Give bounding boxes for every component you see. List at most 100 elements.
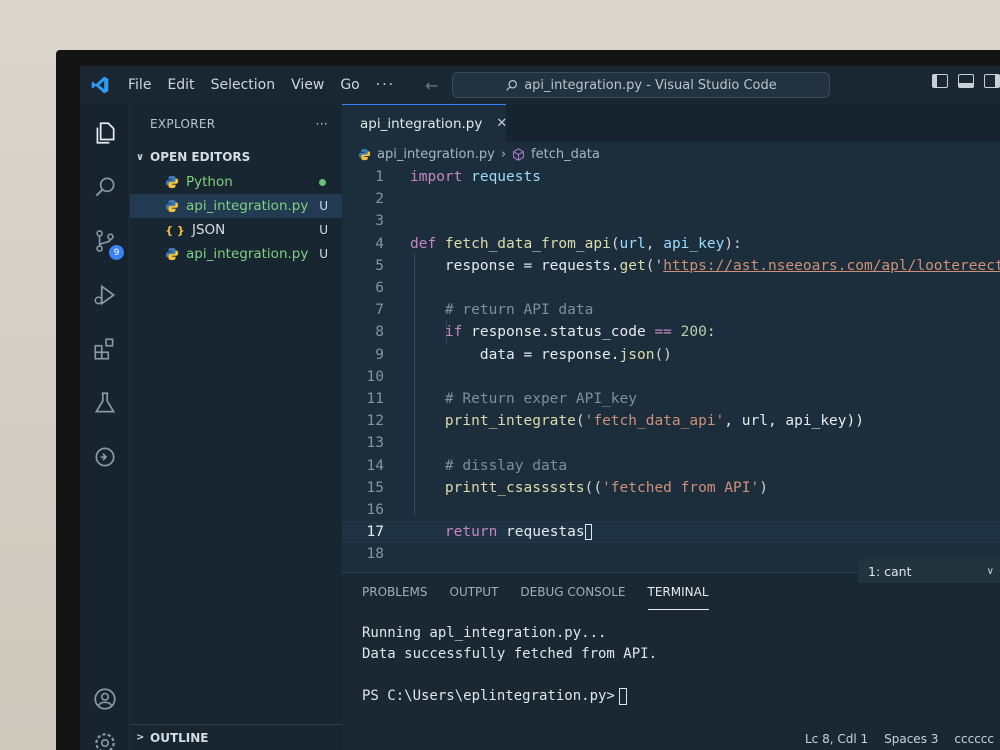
command-center-search[interactable]: api_integration.py - Visual Studio Code <box>452 72 830 98</box>
breadcrumb-file[interactable]: api_integration.py <box>377 147 495 162</box>
code-token: == <box>654 324 672 341</box>
open-editors-header[interactable]: ∨ OPEN EDITORS <box>130 144 342 170</box>
code-token: (' <box>645 257 664 274</box>
menu-go[interactable]: Go <box>332 77 367 93</box>
python-file-icon <box>358 148 371 160</box>
line-number: 15 <box>366 479 384 496</box>
code-line: 16 <box>342 499 1000 521</box>
code-line: 4 def fetch_data_from_api(url, api_key): <box>342 233 1000 255</box>
encoding-status[interactable]: ϲϲϲϲϲϲ <box>954 732 994 746</box>
open-editor-label: JSON <box>192 222 226 238</box>
line-number: 2 <box>375 191 384 208</box>
untracked-status: U <box>319 199 328 213</box>
terminal-output[interactable]: Running apl_integration.py... Data succe… <box>342 611 1000 719</box>
code-area[interactable]: 1 import requests 2 3 4 def fetch_data_fro… <box>342 166 1000 565</box>
tab-debug-console[interactable]: DEBUG CONSOLE <box>520 575 625 609</box>
line-number: 3 <box>375 213 384 230</box>
testing-flask-icon[interactable] <box>92 390 118 416</box>
menu-file[interactable]: File <box>120 77 159 93</box>
open-editor-label: api_integration.py <box>186 246 309 262</box>
code-comment: # return API data <box>410 302 594 319</box>
tab-terminal[interactable]: TERMINAL <box>647 575 709 610</box>
code-token: requestas <box>497 524 585 541</box>
open-editor-item[interactable]: { } JSON U <box>130 218 342 242</box>
extensions-icon[interactable] <box>92 336 118 362</box>
back-arrow-icon[interactable]: ← <box>425 76 438 95</box>
breadcrumb: api_integration.py › fetch_data <box>342 142 1000 166</box>
toggle-sidebar-icon[interactable] <box>932 74 948 88</box>
code-token: return <box>410 524 498 541</box>
menu-view[interactable]: View <box>283 77 332 93</box>
code-token: response.status_code <box>462 324 655 341</box>
code-token: api_key <box>663 235 725 252</box>
code-token: def <box>410 235 437 252</box>
line-number: 14 <box>366 457 384 474</box>
code-comment: # Return exper API_key <box>410 390 637 407</box>
line-number: 6 <box>375 280 384 297</box>
window-title: api_integration.py - Visual Studio Code <box>524 77 777 93</box>
text-cursor <box>584 524 592 541</box>
modified-dot-icon <box>319 178 326 186</box>
chevron-right-icon: › <box>500 146 507 162</box>
code-line: 10 <box>342 366 1000 388</box>
line-number: 12 <box>366 413 384 430</box>
remote-explorer-icon[interactable] <box>92 444 118 470</box>
settings-gear-icon[interactable] <box>92 730 118 750</box>
terminal-selector-value: 1: cant <box>868 563 912 579</box>
tab-problems[interactable]: PROBLEMS <box>362 575 428 609</box>
code-comment: # disslay data <box>410 457 568 474</box>
run-debug-icon[interactable] <box>92 282 118 308</box>
explorer-more-button[interactable]: ··· <box>316 117 328 131</box>
account-icon[interactable] <box>92 686 118 712</box>
json-file-icon: { } <box>165 223 185 237</box>
menu-edit[interactable]: Edit <box>159 77 202 93</box>
explorer-icon[interactable] <box>92 120 118 146</box>
menu-selection[interactable]: Selection <box>203 77 284 93</box>
source-control-badge: 9 <box>109 245 124 260</box>
code-line: 2 <box>342 188 1000 210</box>
code-line: 12 print_integrate('fetch_data_api', url… <box>342 410 1000 432</box>
open-editor-item[interactable]: api_integration.py U <box>130 242 342 266</box>
open-editor-item[interactable]: api_integration.py U <box>130 194 342 218</box>
indentation-status[interactable]: Spaces 3 <box>884 732 938 746</box>
title-bar: File Edit Selection View Go ··· ← → api_… <box>80 66 1000 104</box>
explorer-title: EXPLORER <box>150 117 216 131</box>
tab-api-integration[interactable]: api_integration.py ✕ <box>342 104 507 142</box>
toggle-panel-icon[interactable] <box>958 74 974 88</box>
line-number: 4 <box>375 235 384 252</box>
explorer-sidebar: EXPLORER ··· ∨ OPEN EDITORS Python api_i… <box>130 104 342 750</box>
open-editors-label: OPEN EDITORS <box>150 150 251 164</box>
line-number: 7 <box>375 302 384 319</box>
editor-tab-bar: api_integration.py ✕ <box>342 104 1000 142</box>
status-bar: Lc 8, Cdl 1 Spaces 3 ϲϲϲϲϲϲ <box>342 728 1000 750</box>
open-editor-item[interactable]: Python <box>130 170 342 194</box>
chevron-right-icon: > <box>136 732 145 743</box>
code-token: 200 <box>671 324 707 341</box>
code-token: get <box>619 257 646 274</box>
menu-more-button[interactable]: ··· <box>368 77 403 93</box>
line-number: 16 <box>366 501 384 518</box>
search-icon[interactable] <box>92 174 118 200</box>
terminal-selector-dropdown[interactable]: 1: cant ∨ <box>858 559 1000 583</box>
code-line: 6 <box>342 277 1000 299</box>
python-file-icon <box>164 246 180 262</box>
code-line: 3 <box>342 210 1000 232</box>
close-icon[interactable]: ✕ <box>496 116 507 131</box>
code-token: , <box>645 235 664 252</box>
code-token: ( <box>610 235 620 252</box>
code-url-link[interactable]: https://ast.nseeoars.com/apl/lootereect <box>663 258 1000 274</box>
code-token: import <box>410 169 463 186</box>
python-file-icon <box>164 198 180 214</box>
cursor-position-status[interactable]: Lc 8, Cdl 1 <box>805 732 868 746</box>
code-token: if <box>410 324 463 341</box>
code-editor: api_integration.py ✕ api_integration.py … <box>342 104 1000 572</box>
tab-output[interactable]: OUTPUT <box>450 575 499 609</box>
toggle-secondary-sidebar-icon[interactable] <box>984 74 1000 88</box>
line-number: 10 <box>366 368 384 385</box>
source-control-icon[interactable]: 9 <box>92 228 124 260</box>
outline-header[interactable]: > OUTLINE <box>130 724 342 750</box>
current-code-line: 17 return requestas <box>342 521 1000 544</box>
chevron-down-icon: ∨ <box>986 565 994 577</box>
breadcrumb-symbol[interactable]: fetch_data <box>531 147 600 162</box>
vscode-window: File Edit Selection View Go ··· ← → api_… <box>80 66 1000 750</box>
